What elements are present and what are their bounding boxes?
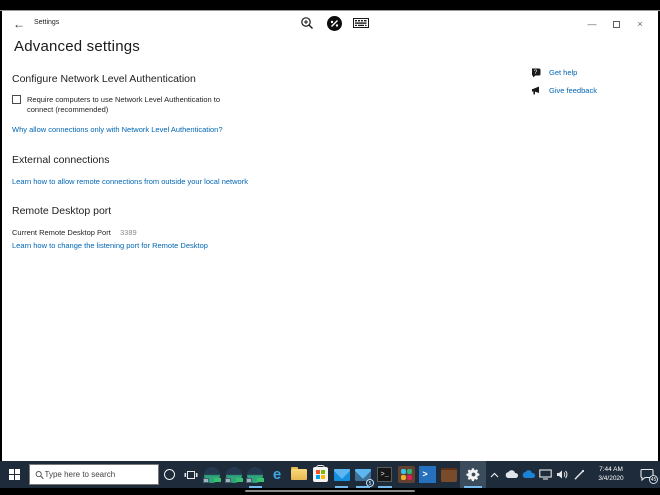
help-column: ? Get help Give feedback [531,67,597,103]
nla-checkbox-row: Require computers to use Network Level A… [12,95,239,115]
slack-icon [397,466,415,483]
task-view-button[interactable] [180,461,202,488]
cloud-blue-icon [522,470,535,478]
powershell-icon: > [419,466,437,483]
bottom-black-bar [0,488,660,495]
minimize-button[interactable]: — [580,13,604,35]
remote-app-2-button[interactable] [223,461,245,488]
port-row: Current Remote Desktop Port 3389 [12,228,137,237]
settings-window: ← Settings — × Advanced settings Configu… [2,11,658,461]
remote-app-1-icon [203,466,222,483]
windows-logo-icon [9,469,21,480]
mail-button[interactable]: 5 [352,461,374,488]
get-help-icon: ? [531,67,542,78]
keyboard-icon[interactable] [352,14,370,32]
port-value: 3389 [120,228,137,237]
speaker-icon [557,470,568,479]
nla-why-link[interactable]: Why allow connections only with Network … [12,125,223,134]
remote-session-circle [326,15,342,31]
nla-checkbox-label: Require computers to use Network Level A… [27,95,221,114]
terminal-button[interactable]: >_ [374,461,396,488]
wallet-app-icon [441,467,458,482]
remote-app-2-icon [224,466,243,483]
terminal-icon: >_ [377,467,393,482]
pen-icon [574,469,585,480]
powershell-button[interactable]: > [417,461,439,488]
zoom-icon[interactable] [298,14,316,32]
section-heading-port: Remote Desktop port [12,205,112,217]
start-button[interactable] [0,461,29,488]
tray-chevron-button[interactable] [486,461,503,488]
cloud-icon [505,470,518,478]
session-toolbar [298,14,370,32]
store-button[interactable] [309,461,331,488]
clock-time: 7:44 AM [599,466,623,473]
back-button[interactable]: ← [10,15,28,33]
taskbar: e 5 >_ > [0,461,660,488]
give-feedback-icon [531,85,542,96]
search-icon [35,470,44,479]
top-black-bar [0,0,660,11]
file-explorer-button[interactable] [288,461,310,488]
nla-checkbox[interactable] [12,95,21,104]
section-heading-external: External connections [12,154,110,166]
page-title: Advanced settings [14,38,140,55]
system-tray: 7:44 AM 3/4/2020 45 [486,461,660,488]
taskbar-search[interactable] [29,464,159,485]
give-feedback-link: Give feedback [549,86,597,95]
cortana-button[interactable] [159,461,181,488]
cortana-icon [163,469,175,480]
restore-button[interactable] [604,13,628,35]
task-view-icon [184,470,198,479]
store-icon [312,465,328,482]
notification-badge: 45 [649,475,659,484]
external-connections-link[interactable]: Learn how to allow remote connections fr… [12,177,248,186]
volume-button[interactable] [554,461,571,488]
wallet-app-button[interactable] [439,461,461,488]
settings-gear-icon [466,468,479,482]
slack-button[interactable] [396,461,418,488]
port-label: Current Remote Desktop Port [12,228,111,237]
clock-date: 3/4/2020 [598,474,624,482]
display-icon [539,469,552,480]
gesture-bar[interactable] [245,490,415,492]
edge-icon: e [272,466,282,483]
file-explorer-icon [290,467,307,480]
restore-icon [612,20,620,28]
outlook-icon [333,468,350,481]
search-input[interactable] [44,470,153,479]
onedrive-cloud-button[interactable] [503,461,520,488]
section-heading-nla: Configure Network Level Authentication [12,73,196,85]
action-center-button[interactable]: 45 [634,461,660,488]
window-controls: — × [580,11,652,37]
display-button[interactable] [537,461,554,488]
remote-app-3-button[interactable] [245,461,267,488]
get-help-row[interactable]: ? Get help [531,67,597,78]
pen-button[interactable] [571,461,588,488]
outlook-button[interactable] [331,461,353,488]
titlebar: ← Settings — × [2,11,658,37]
remote-app-3-icon [246,466,265,483]
onedrive-personal-cloud-button[interactable] [520,461,537,488]
get-help-link: Get help [549,68,578,77]
give-feedback-row[interactable]: Give feedback [531,85,597,96]
settings-taskbar-button[interactable] [460,461,487,488]
close-button[interactable]: × [628,13,652,35]
edge-button[interactable]: e [266,461,288,488]
chevron-up-icon [490,472,499,477]
taskbar-clock[interactable]: 7:44 AM 3/4/2020 [588,466,634,483]
window-title: Settings [34,19,60,26]
remote-app-1-button[interactable] [202,461,224,488]
screen: ← Settings — × Advanced settings Configu… [0,0,660,495]
change-port-link[interactable]: Learn how to change the listening port f… [12,241,208,250]
remote-session-icon[interactable] [325,14,343,32]
